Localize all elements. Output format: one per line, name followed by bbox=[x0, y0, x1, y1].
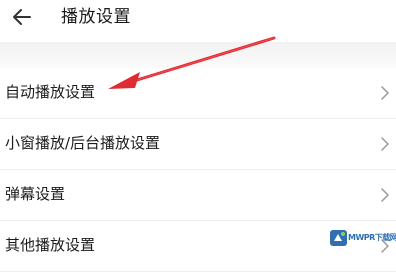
watermark-text: MWPR下载网 bbox=[348, 233, 396, 242]
settings-item-pip-background[interactable]: 小窗播放/后台播放设置 bbox=[0, 119, 396, 170]
chevron-right-icon bbox=[381, 188, 389, 202]
settings-item-label: 自动播放设置 bbox=[5, 83, 96, 101]
site-watermark: MWPR下载网 bbox=[329, 225, 396, 255]
chevron-right-icon bbox=[381, 86, 389, 100]
back-button[interactable] bbox=[8, 4, 38, 32]
settings-item-label: 小窗播放/后台播放设置 bbox=[5, 134, 161, 152]
top-app-bar: 播放设置 bbox=[0, 0, 396, 42]
settings-item-autoplay[interactable]: 自动播放设置 bbox=[0, 68, 396, 119]
arrow-left-icon bbox=[13, 9, 31, 25]
page-title: 播放设置 bbox=[61, 7, 131, 27]
section-divider bbox=[0, 42, 396, 68]
chevron-right-icon bbox=[381, 137, 389, 151]
settings-item-label: 弹幕设置 bbox=[5, 185, 66, 203]
watermark-logo-icon bbox=[330, 230, 347, 246]
settings-item-label: 其他播放设置 bbox=[5, 236, 96, 254]
settings-item-danmaku[interactable]: 弹幕设置 bbox=[0, 170, 396, 221]
